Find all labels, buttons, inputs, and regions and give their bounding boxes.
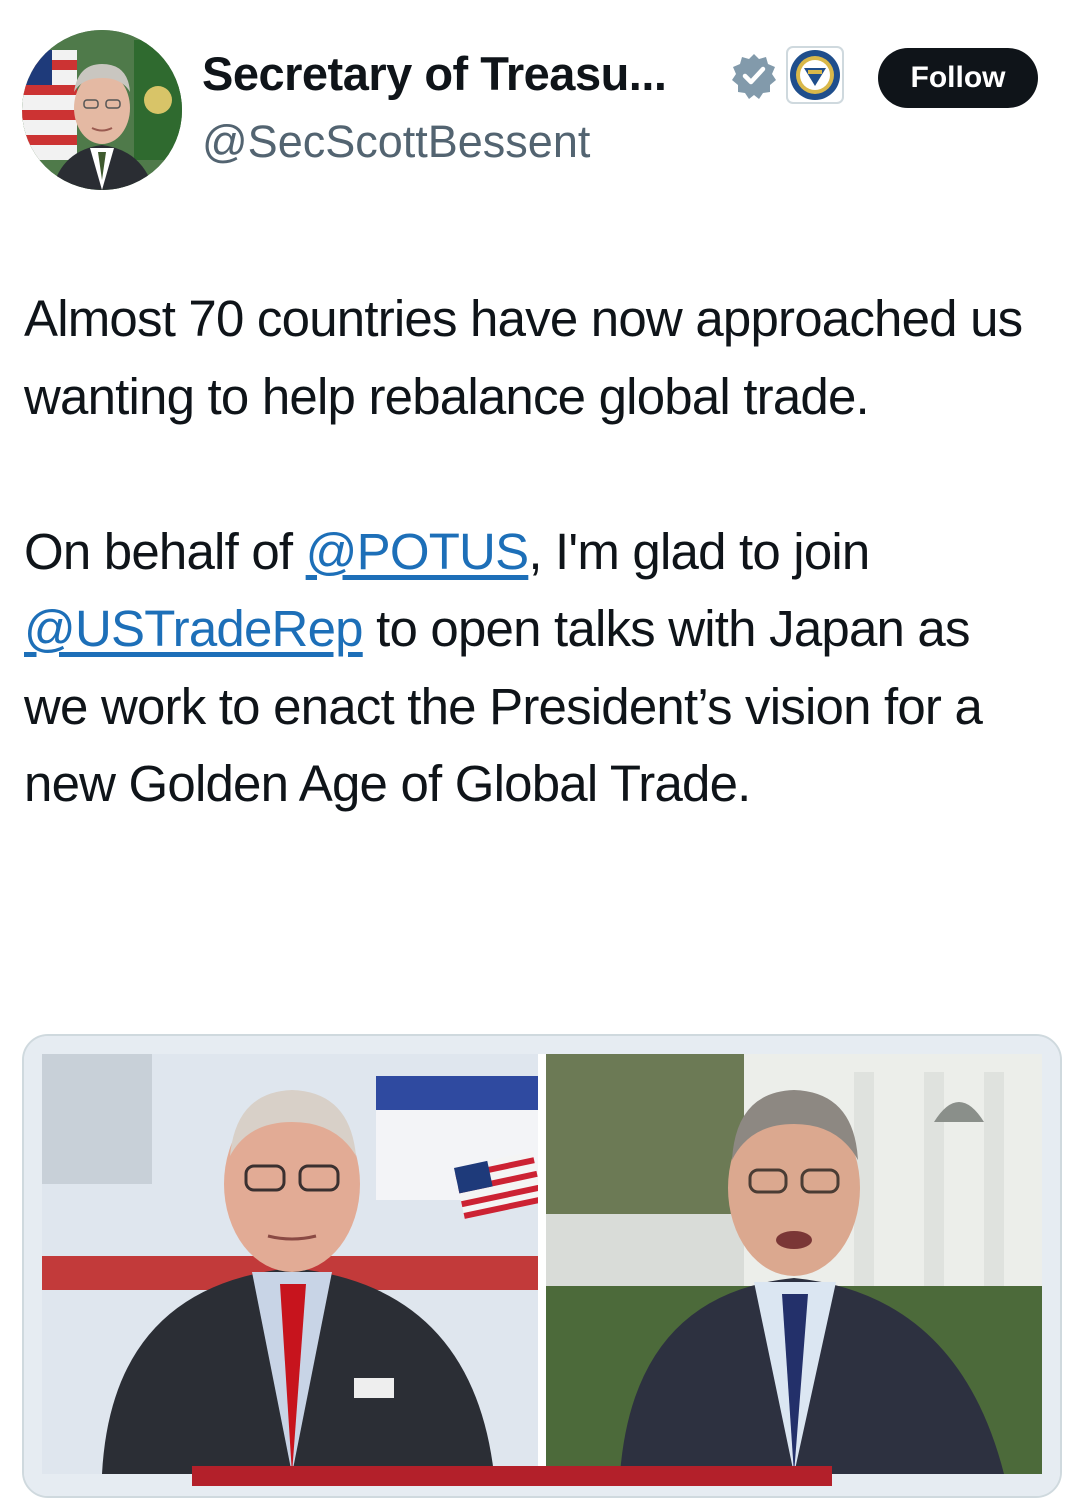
text-segment: On behalf of xyxy=(24,522,306,580)
tweet-text: Almost 70 countries have now approached … xyxy=(24,280,1044,823)
text-segment: , I'm glad to join xyxy=(528,522,870,580)
verified-badge-icon[interactable] xyxy=(730,52,778,100)
handle[interactable]: @SecScottBessent xyxy=(202,116,590,168)
display-name[interactable]: Secretary of Treasu... xyxy=(202,46,667,101)
avatar[interactable] xyxy=(22,30,182,190)
treasury-seal-icon[interactable] xyxy=(786,46,844,104)
tweet-header: Secretary of Treasu... @SecScottBessent … xyxy=(0,0,1080,210)
follow-button[interactable]: Follow xyxy=(878,48,1038,108)
mention-potus-link[interactable]: @POTUS xyxy=(306,523,529,580)
mention-ustraderep-link[interactable]: @USTradeRep xyxy=(24,600,364,657)
tweet-paragraph-1: Almost 70 countries have now approached … xyxy=(24,290,1023,425)
tweet-media-video[interactable] xyxy=(22,1034,1062,1498)
split-screen-news-broadcast xyxy=(24,1036,1060,1496)
tweet-paragraph-2: On behalf of @POTUS, I'm glad to join @U… xyxy=(24,513,1044,823)
